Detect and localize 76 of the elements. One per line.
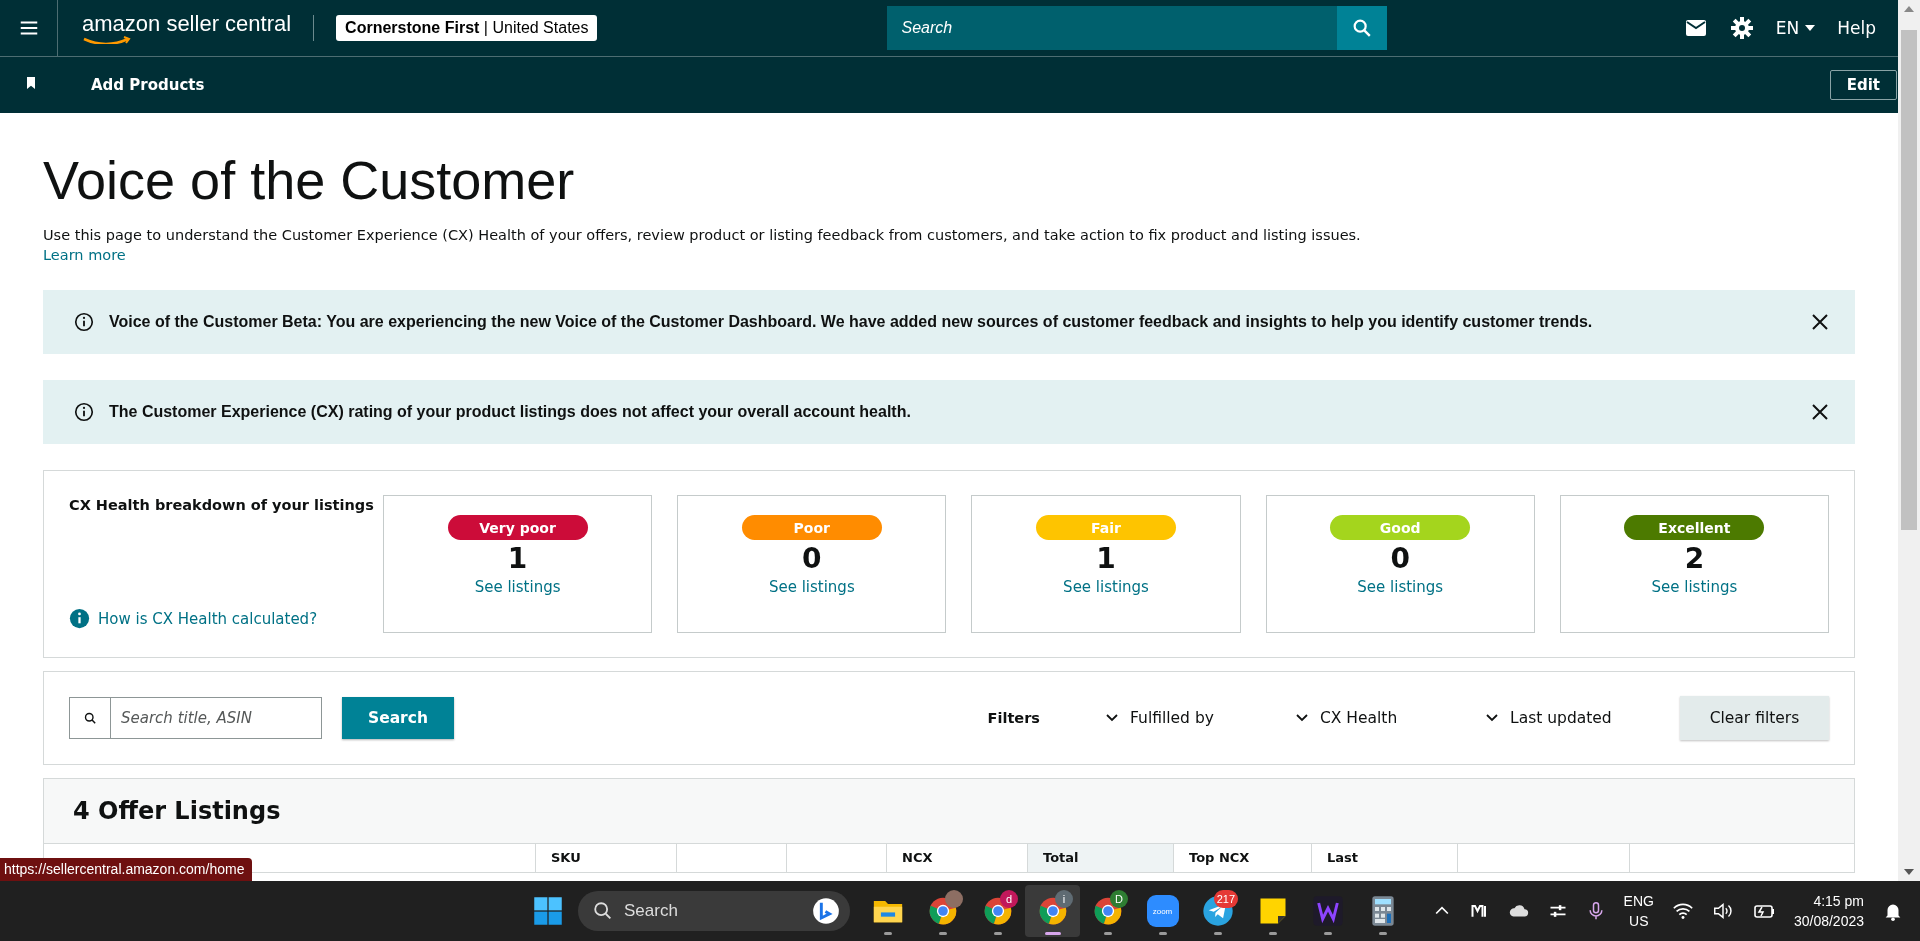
bing-icon [812, 897, 840, 925]
health-tag: Very poor [447, 515, 588, 540]
avatar-icon [945, 890, 963, 908]
see-listings-link[interactable]: See listings [768, 578, 855, 596]
filter-dropdown[interactable]: Fulfilled by [1100, 708, 1290, 728]
zoom-icon: zoom [1146, 895, 1179, 927]
column-header[interactable]: Total [1027, 844, 1173, 872]
taskbar-app[interactable]: 217 [1190, 885, 1245, 937]
panel-title: CX Health breakdown of your listings [69, 497, 375, 513]
health-tag: Fair [1036, 515, 1176, 540]
link-url-tooltip: https://sellercentral.amazon.com/home [0, 858, 253, 881]
see-listings-link[interactable]: See listings [1651, 578, 1738, 596]
health-tag: Good [1330, 515, 1471, 540]
caret-icon [1805, 25, 1816, 31]
clear-filters-button[interactable]: Clear filters [1680, 696, 1829, 740]
speaker-icon [1711, 900, 1734, 922]
column-header[interactable]: Top NCX [1173, 844, 1311, 872]
info-icon [73, 311, 95, 333]
store-selector[interactable]: Cornerstone First | United States [336, 15, 598, 41]
search-field[interactable]: Search [887, 6, 1338, 50]
filter-dropdown[interactable]: Last updated [1480, 708, 1670, 728]
info-icon [73, 401, 95, 423]
listing-count: 1 [1096, 542, 1116, 575]
scroll-up-icon[interactable] [1904, 6, 1914, 12]
listing-count: 2 [1684, 542, 1705, 575]
see-listings-link[interactable]: See listings [1357, 578, 1444, 596]
listings-title: 4 Offer Listings [73, 797, 281, 825]
taskbar-app[interactable]: D [1080, 885, 1135, 937]
search-icon [82, 710, 98, 726]
windows-icon [533, 896, 563, 926]
notification-badge: d [1000, 890, 1018, 908]
keyboard-language[interactable]: ENG US [1623, 891, 1654, 931]
clock[interactable]: 4:15 pm 30/08/2023 [1793, 891, 1864, 931]
chevron-down-icon [1486, 714, 1498, 722]
listing-count: 1 [507, 542, 528, 575]
notification-badge: D [1110, 890, 1128, 908]
learn-more-link[interactable]: Learn more [43, 247, 126, 263]
scroll-down-icon[interactable] [1904, 869, 1914, 875]
taskbar-app[interactable]: i [1025, 885, 1080, 937]
banner-text: Voice of the Customer Beta: You are experiencing the new Voice of the Customer Dashboard. We have added new sources of customer feedback and insights to help you identify customer trends. [109, 313, 1594, 331]
see-listings-link[interactable]: See listings [1063, 578, 1149, 596]
help-link[interactable]: How is CX Health calculated? [98, 609, 318, 628]
close-button[interactable] [1811, 313, 1829, 331]
help-link[interactable]: Help [1837, 18, 1876, 38]
seller-central-logo[interactable]: amazon seller central [82, 12, 292, 44]
language-selector[interactable]: EN [1775, 18, 1816, 38]
search-button[interactable]: Search [342, 697, 454, 739]
filter-dropdown[interactable]: CX Health [1290, 708, 1480, 728]
column-header[interactable]: SKU [535, 844, 676, 872]
chevron-down-icon [1106, 714, 1118, 722]
banner-text: The Customer Experience (CX) rating of your product listings does not affect your overall account health. [109, 403, 912, 421]
notification-badge: 217 [1213, 890, 1238, 908]
search-field[interactable]: Search title, ASIN [69, 697, 322, 739]
filters-label: Filters [987, 710, 1040, 726]
listing-count: 0 [802, 542, 822, 575]
info-icon [69, 608, 90, 629]
notification-badge: i [1055, 890, 1073, 908]
search-icon [592, 900, 614, 922]
edit-button[interactable]: Edit [1829, 70, 1897, 100]
see-listings-link[interactable]: See listings [474, 578, 561, 596]
page-description: Use this page to understand the Customer Experience (CX) Health of your offers, review product or listing feedback from customers, and take action to fix product and listing issues. [43, 227, 1362, 243]
close-button[interactable] [1811, 403, 1829, 421]
search-button[interactable] [1337, 6, 1388, 50]
column-header[interactable]: Last [1311, 844, 1457, 872]
taskbar-app[interactable]: d [970, 885, 1025, 937]
health-tag: Excellent [1624, 515, 1765, 540]
taskbar-search-field[interactable]: Search [578, 891, 850, 931]
chevron-down-icon [1296, 714, 1308, 722]
w-app-icon [1311, 895, 1344, 927]
listing-count: 0 [1390, 542, 1410, 575]
smile-icon [82, 36, 132, 44]
settings-icon [1729, 16, 1754, 40]
bookmark-link[interactable]: Add Products [91, 76, 205, 94]
scrollbar-thumb[interactable] [1901, 30, 1917, 530]
page-title: Voice of the Customer [43, 149, 576, 211]
health-tag: Poor [741, 515, 882, 540]
